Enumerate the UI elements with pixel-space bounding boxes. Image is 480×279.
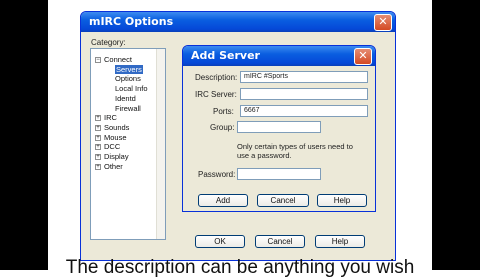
tree-expander-icon[interactable]: +: [95, 144, 101, 151]
tree-item-irc[interactable]: IRC: [104, 113, 117, 122]
tree-item-servers[interactable]: Servers: [115, 64, 143, 74]
tree-expander-icon[interactable]: +: [95, 124, 101, 131]
right-letterbox: [432, 0, 480, 270]
options-titlebar[interactable]: mIRC Options ✕: [81, 12, 395, 32]
tree-expander-icon[interactable]: +: [95, 163, 101, 170]
tree-item-connect[interactable]: Connect: [104, 55, 132, 64]
irc-server-label: IRC Server:: [195, 90, 237, 99]
tree-expander-icon[interactable]: −: [95, 57, 101, 63]
group-field[interactable]: [237, 121, 321, 133]
irc-server-field[interactable]: [240, 88, 368, 100]
ports-field[interactable]: 6667: [240, 105, 368, 117]
tree-expander-icon[interactable]: +: [95, 134, 101, 141]
tree-expander-icon[interactable]: +: [95, 115, 101, 122]
add-server-dialog: Add Server ✕ Description: mIRC #Sports I…: [182, 45, 376, 212]
tree-item-options[interactable]: Options: [115, 74, 141, 83]
options-cancel-button[interactable]: Cancel: [255, 235, 305, 248]
tree-item-mouse[interactable]: Mouse: [104, 133, 127, 142]
options-help-button[interactable]: Help: [315, 235, 365, 248]
tree-item-display[interactable]: Display: [104, 152, 129, 161]
tree-item-dcc[interactable]: DCC: [104, 142, 120, 151]
options-close-icon[interactable]: ✕: [374, 14, 392, 31]
ports-label: Ports:: [213, 107, 234, 116]
add-server-help-button[interactable]: Help: [317, 194, 367, 207]
add-button[interactable]: Add: [198, 194, 248, 207]
tree-item-local-info[interactable]: Local Info: [115, 84, 148, 93]
tree-expander-icon[interactable]: +: [95, 154, 101, 160]
description-label: Description:: [195, 73, 238, 82]
category-label: Category:: [91, 38, 126, 47]
group-label: Group:: [210, 123, 235, 132]
tree-item-firewall[interactable]: Firewall: [115, 104, 141, 113]
tree-item-sounds[interactable]: Sounds: [104, 123, 129, 132]
password-field[interactable]: [237, 168, 321, 180]
tree-scrollbar[interactable]: [156, 49, 165, 239]
password-label: Password:: [198, 170, 236, 179]
tree-item-identd[interactable]: Identd: [115, 94, 136, 103]
password-hint: Only certain types of users need to use …: [237, 142, 353, 160]
add-server-close-icon[interactable]: ✕: [354, 48, 372, 65]
category-tree[interactable]: − Connect Servers Options Local Info Identd Fi…: [90, 48, 166, 240]
left-letterbox: [0, 0, 48, 270]
options-ok-button[interactable]: OK: [195, 235, 245, 248]
video-caption: The description can be anything you wish: [65, 257, 415, 278]
options-title: mIRC Options: [89, 15, 174, 28]
description-field[interactable]: mIRC #Sports: [240, 71, 368, 83]
add-server-cancel-button[interactable]: Cancel: [257, 194, 309, 207]
add-server-titlebar[interactable]: Add Server ✕: [183, 46, 375, 66]
tree-item-other[interactable]: Other: [104, 162, 123, 171]
add-server-title: Add Server: [191, 49, 260, 62]
